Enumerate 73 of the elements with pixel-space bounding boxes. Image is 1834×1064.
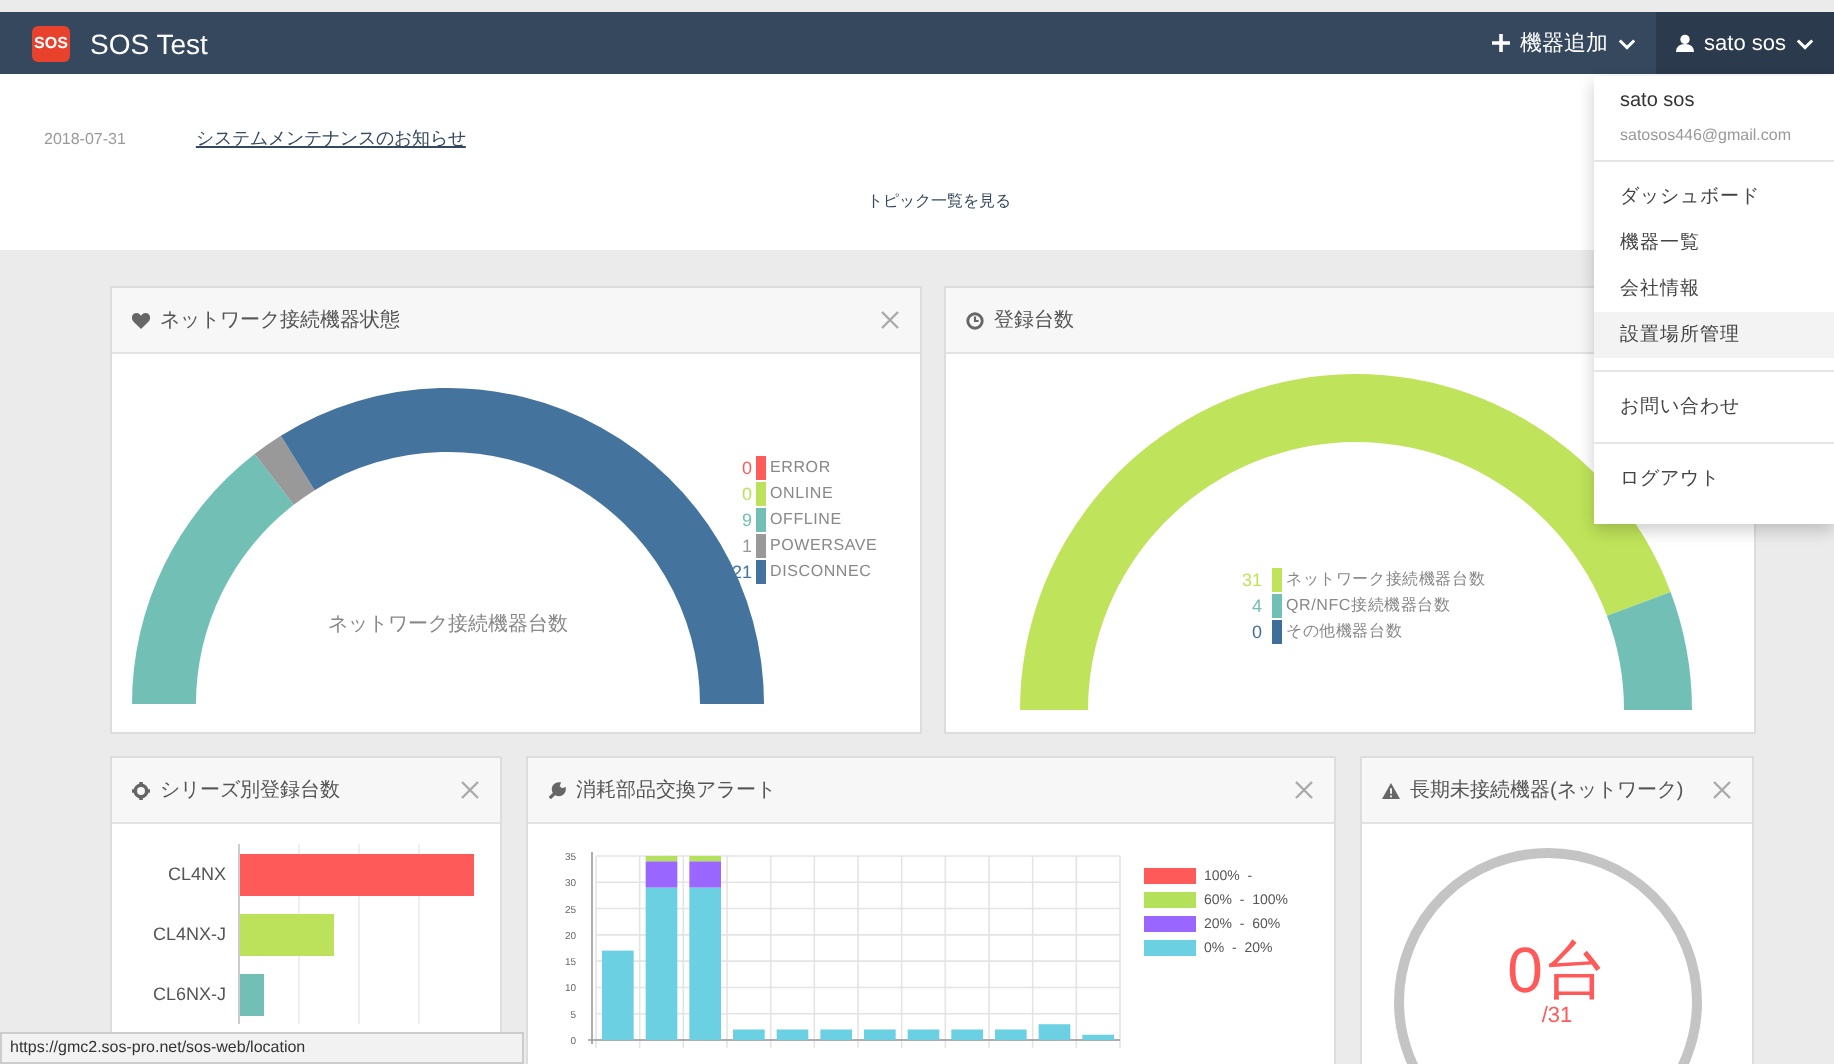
counter-total: /31: [1541, 1004, 1573, 1028]
legend-swatch: [1144, 892, 1196, 908]
logo[interactable]: SOS: [32, 25, 70, 61]
add-device-menu-button[interactable]: 機器追加: [1472, 12, 1657, 74]
legend-value: 1: [739, 535, 752, 555]
menu-item[interactable]: 機器一覧: [1594, 220, 1834, 266]
close-button[interactable]: [1294, 780, 1314, 800]
user-menu-button[interactable]: sato sos: [1656, 12, 1834, 74]
panel-title: 長期未接続機器(ネットワーク): [1410, 777, 1684, 804]
category-label: CL6NX-J: [150, 984, 228, 1004]
topic-list-link[interactable]: トピック一覧を見る: [823, 190, 1011, 212]
warning-icon: [1382, 781, 1400, 799]
legend-value: 0: [1249, 621, 1262, 641]
legend-label: ERROR: [770, 458, 831, 476]
bar: [1082, 1034, 1114, 1040]
close-icon: [1712, 780, 1732, 800]
bar: [907, 1029, 940, 1040]
panel-title: 登録台数: [994, 307, 1074, 334]
plus-icon: [1492, 34, 1511, 52]
menu-item[interactable]: ログアウト: [1594, 456, 1834, 502]
close-icon: [880, 310, 900, 330]
menu-item[interactable]: 設置場所管理: [1594, 312, 1834, 358]
heart-icon: [132, 311, 150, 329]
counter-value: 0台: [1507, 936, 1607, 1004]
topic-date: 2018-07-31: [44, 130, 126, 148]
legend-label: OFFLINE: [770, 510, 842, 528]
gear-icon: [132, 781, 150, 799]
legend-value: 4: [1249, 595, 1262, 615]
close-button[interactable]: [460, 780, 480, 800]
user-name: sato sos: [1618, 88, 1697, 116]
bar: [864, 1029, 896, 1040]
legend-label: その他機器台数: [1286, 620, 1403, 642]
bar: [776, 1029, 809, 1040]
legend-label: QR/NFC接続機器台数: [1286, 594, 1451, 616]
panel-title: 消耗部品交換アラート: [576, 777, 776, 804]
legend-label: POWERSAVE: [770, 536, 878, 554]
bar: [820, 1029, 852, 1040]
user-email: satosos446@gmail.com: [1618, 124, 1793, 148]
legend-value: 31: [1239, 569, 1262, 589]
menu-item[interactable]: ダッシュボード: [1594, 174, 1834, 220]
panel-title: シリーズ別登録台数: [160, 777, 340, 804]
legend-label: ネットワーク接続機器台数: [1286, 568, 1486, 590]
wrench-icon: [548, 781, 566, 799]
close-button[interactable]: [1712, 780, 1732, 800]
close-button[interactable]: [880, 310, 900, 330]
legend-value: 0: [739, 457, 752, 477]
legend-swatch: [1144, 916, 1196, 932]
topic-link[interactable]: システムメンテナンスのお知らせ: [195, 126, 466, 152]
bar: [733, 1029, 765, 1040]
legend-swatch: [1144, 868, 1196, 884]
category-label: CL4NX: [165, 864, 228, 884]
menu-item[interactable]: 会社情報: [1594, 266, 1834, 312]
status-bar-url: https://gmc2.sos-pro.net/sos-web/location: [0, 1032, 524, 1064]
bar: [1038, 1024, 1071, 1040]
menu-item[interactable]: お問い合わせ: [1594, 384, 1834, 430]
panel-title: ネットワーク接続機器状態: [160, 307, 400, 334]
close-icon: [1294, 780, 1314, 800]
legend-label: ONLINE: [770, 484, 834, 502]
close-icon: [460, 780, 480, 800]
clock-icon: [966, 311, 984, 329]
legend-label: DISCONNEC: [770, 562, 872, 580]
gauge-label: ネットワーク接続機器台数: [328, 611, 568, 638]
bar: [995, 1029, 1027, 1040]
chevron-down-icon: [1796, 37, 1814, 49]
bar: [951, 1029, 983, 1040]
legend-swatch: [1144, 940, 1196, 956]
app-title[interactable]: SOS Test: [90, 27, 208, 59]
user-icon: [1676, 34, 1695, 52]
category-label: CL4NX-J: [150, 924, 228, 944]
bar: [602, 950, 634, 1040]
legend-value: 9: [739, 509, 752, 529]
legend-value: 0: [739, 483, 752, 503]
chevron-down-icon: [1618, 37, 1637, 49]
